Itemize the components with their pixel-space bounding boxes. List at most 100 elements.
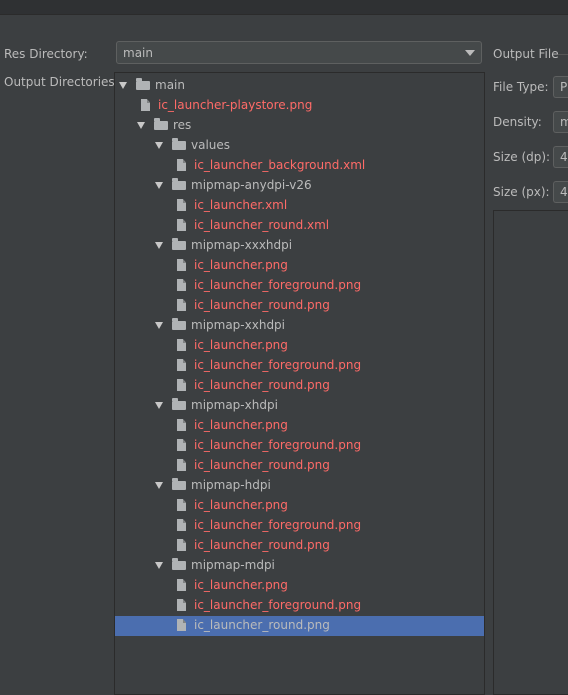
output-directories-label: Output Directories: [4,75,119,89]
tree-item-label: ic_launcher.png [194,498,288,512]
tree-item-label: ic_launcher.png [194,258,288,272]
file-icon [177,299,186,311]
tree-item-label: values [191,138,231,152]
expand-arrow-icon[interactable] [155,182,163,189]
tree-item-label: ic_launcher-playstore.png [158,98,313,112]
tree-item-label: ic_launcher.xml [194,198,288,212]
tree-file-row[interactable]: ic_launcher.png [115,496,484,516]
density-dropdown[interactable]: m [553,111,568,133]
file-icon [177,519,186,531]
file-icon [177,499,186,511]
chevron-down-icon[interactable] [465,50,475,56]
file-icon [177,539,186,551]
tree-item-label: ic_launcher_foreground.png [194,438,362,452]
expand-arrow-icon[interactable] [155,242,163,249]
tree-item-label: mipmap-mdpi [191,558,275,572]
expand-arrow-icon[interactable] [155,322,163,329]
tree-file-row[interactable]: ic_launcher.png [115,336,484,356]
tree-file-row[interactable]: ic_launcher_foreground.png [115,356,484,376]
tree-item-label: main [155,78,185,92]
icon-preview-panel [493,210,568,695]
tree-folder-row[interactable]: values [115,136,484,156]
tree-folder-row[interactable]: mipmap-xhdpi [115,396,484,416]
tree-item-label: ic_launcher_round.png [194,538,330,552]
tree-item-label: ic_launcher_round.png [194,618,330,632]
file-icon [177,419,186,431]
tree-item-label: ic_launcher_foreground.png [194,518,362,532]
output-directories-tree[interactable]: main ic_launcher-playstore.pngres values ic… [114,72,485,695]
tree-file-row[interactable]: ic_launcher.xml [115,196,484,216]
tree-item-label: res [173,118,192,132]
tree-file-row[interactable]: ic_launcher_round.png [115,296,484,316]
file-icon [177,579,186,591]
tree-folder-row[interactable]: mipmap-hdpi [115,476,484,496]
tree-folder-row[interactable]: main [115,76,484,96]
file-type-value: P [560,80,568,94]
expand-arrow-icon[interactable] [155,142,163,149]
file-icon [177,339,186,351]
output-file-separator [558,54,568,55]
size-px-field[interactable]: 48 [553,181,568,203]
expand-arrow-icon[interactable] [155,562,163,569]
expand-arrow-icon[interactable] [155,482,163,489]
tree-item-label: mipmap-xhdpi [191,398,278,412]
tree-item-label: ic_launcher_round.png [194,458,330,472]
folder-icon [172,178,186,190]
file-icon [177,259,186,271]
expand-arrow-icon[interactable] [137,122,145,129]
folder-icon [172,558,186,570]
file-icon [177,159,186,171]
file-icon [177,219,186,231]
tree-item-label: ic_launcher.png [194,418,288,432]
expand-arrow-icon[interactable] [119,82,127,89]
tree-file-row[interactable]: ic_launcher.png [115,416,484,436]
file-type-dropdown[interactable]: P [553,76,568,98]
file-icon [141,99,150,111]
tree-item-label: ic_launcher_background.xml [194,158,366,172]
folder-icon [172,138,186,150]
tree-item-label: ic_launcher_round.png [194,378,330,392]
tree-file-row[interactable]: ic_launcher_foreground.png [115,436,484,456]
tree-item-label: ic_launcher_foreground.png [194,598,362,612]
file-icon [177,199,186,211]
tree-file-row[interactable]: ic_launcher_round.png [115,456,484,476]
tree-folder-row[interactable]: mipmap-xxxhdpi [115,236,484,256]
tree-item-label: ic_launcher_round.png [194,298,330,312]
tree-file-row[interactable]: ic_launcher.png [115,256,484,276]
tree-item-label: ic_launcher_foreground.png [194,278,362,292]
file-icon [177,379,186,391]
tree-file-row[interactable]: ic_launcher_round.xml [115,216,484,236]
tree-file-row[interactable]: ic_launcher_round.png [115,616,484,636]
file-type-label: File Type: [493,80,549,94]
tree-folder-row[interactable]: mipmap-anydpi-v26 [115,176,484,196]
file-icon [177,459,186,471]
tree-file-row[interactable]: ic_launcher_foreground.png [115,596,484,616]
tree-item-label: ic_launcher.png [194,578,288,592]
res-directory-value: main [123,46,153,60]
tree-item-label: ic_launcher_round.xml [194,218,330,232]
output-file-label: Output File [493,47,559,61]
file-icon [177,359,186,371]
tree-file-row[interactable]: ic_launcher-playstore.png [115,96,484,116]
file-icon [177,439,186,451]
file-icon [177,279,186,291]
size-dp-field[interactable]: 48 [553,146,568,168]
tree-folder-row[interactable]: mipmap-mdpi [115,556,484,576]
tree-item-label: mipmap-xxxhdpi [191,238,293,252]
tree-file-row[interactable]: ic_launcher_background.xml [115,156,484,176]
tree-file-row[interactable]: ic_launcher_round.png [115,376,484,396]
expand-arrow-icon[interactable] [155,402,163,409]
density-value: m [560,115,568,129]
tree-folder-row[interactable]: res [115,116,484,136]
tree-file-row[interactable]: ic_launcher_foreground.png [115,276,484,296]
tree-file-row[interactable]: ic_launcher_round.png [115,536,484,556]
size-px-value: 48 [560,185,568,199]
tree-item-label: ic_launcher.png [194,338,288,352]
file-icon [177,619,186,631]
tree-file-row[interactable]: ic_launcher.png [115,576,484,596]
tree-item-label: mipmap-anydpi-v26 [191,178,312,192]
res-directory-dropdown[interactable]: main [116,41,482,64]
size-dp-label: Size (dp): [493,150,551,164]
tree-file-row[interactable]: ic_launcher_foreground.png [115,516,484,536]
tree-folder-row[interactable]: mipmap-xxhdpi [115,316,484,336]
